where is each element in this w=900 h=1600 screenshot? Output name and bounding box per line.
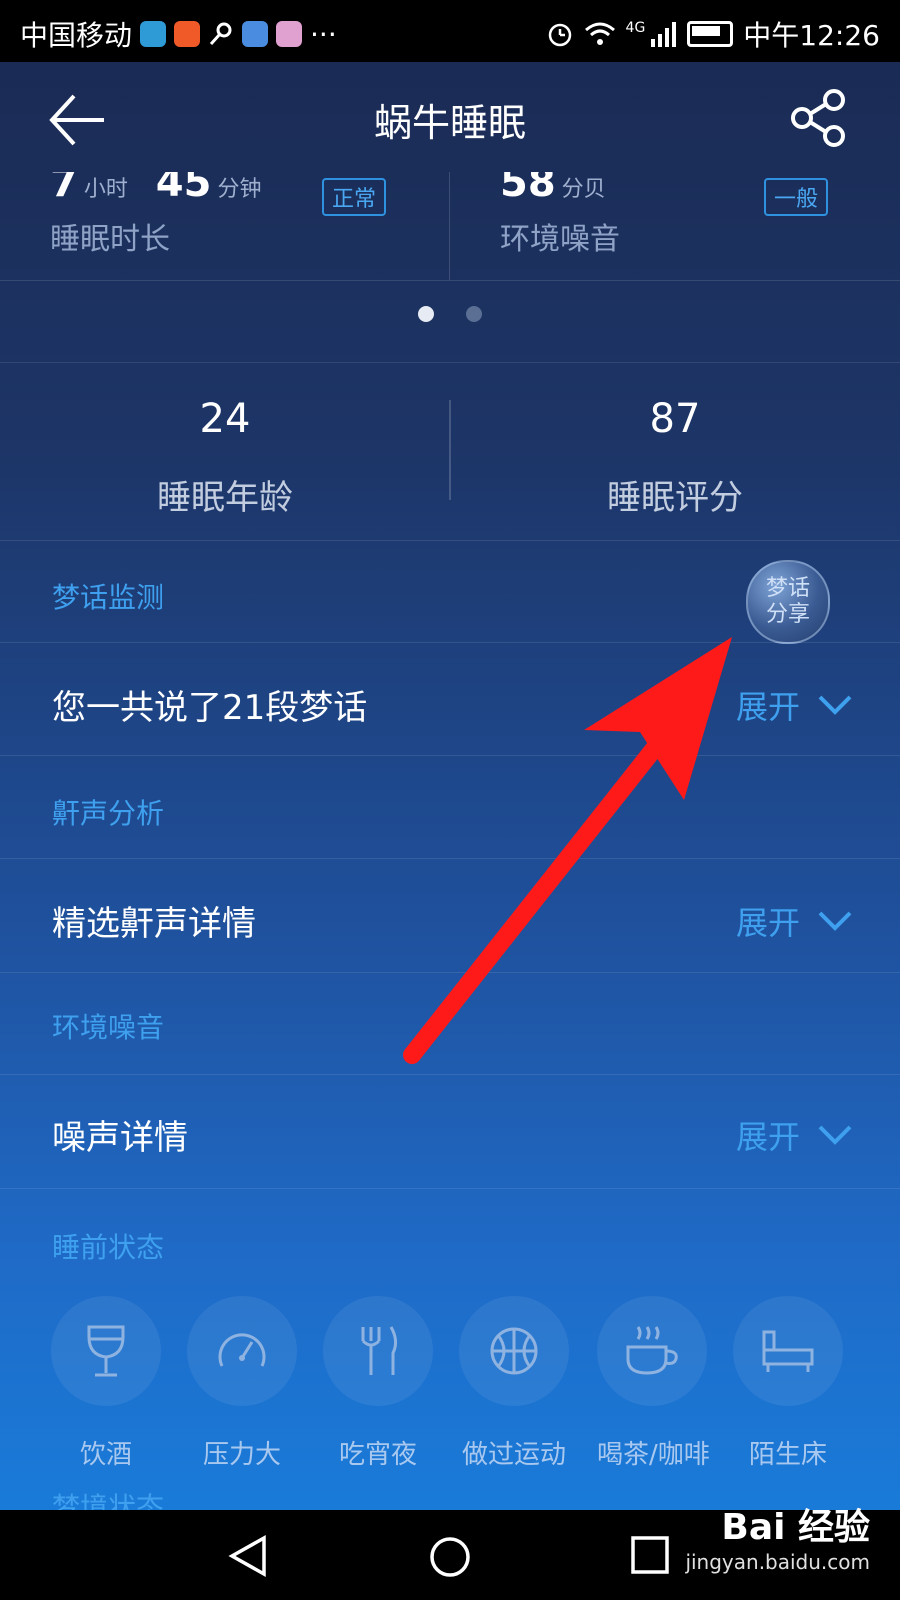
nav-recents-icon[interactable]	[630, 1535, 670, 1575]
presleep-item-tea-coffee[interactable]: 喝茶/咖啡	[597, 1296, 710, 1471]
network-type: 4G	[625, 20, 646, 36]
bed-icon	[762, 1330, 814, 1372]
pager-dot-active[interactable]	[418, 306, 434, 322]
nav-home-icon[interactable]	[428, 1535, 472, 1579]
dream-share-bubble[interactable]: 梦话 分享	[746, 560, 830, 644]
divider	[0, 362, 900, 363]
basketball-icon	[490, 1327, 538, 1375]
presleep-item-late-snack[interactable]: 吃宵夜	[323, 1296, 433, 1471]
expand-label: 展开	[735, 1118, 800, 1156]
key-icon	[208, 21, 234, 47]
page-title: 蜗牛睡眠	[373, 101, 526, 145]
section-snore-analysis: 鼾声分析	[52, 797, 165, 830]
noise-detail-text: 噪声详情	[52, 1118, 188, 1158]
share-icon[interactable]	[790, 88, 850, 148]
app-header: 蜗牛睡眠	[0, 62, 900, 174]
watermark-url: jingyan.baidu.com	[685, 1550, 870, 1574]
pager-dot[interactable]	[466, 306, 482, 322]
signal-icon	[651, 22, 677, 47]
presleep-label: 饮酒	[79, 1440, 132, 1470]
noise-expand-button[interactable]: 展开	[736, 1112, 852, 1158]
section-environment-noise: 环境噪音	[52, 1011, 165, 1044]
divider	[0, 540, 900, 541]
expand-label: 展开	[735, 688, 800, 726]
divider	[0, 1188, 900, 1189]
divider	[0, 755, 900, 756]
sleep-score-value: 87	[649, 396, 701, 442]
section-dream-monitoring: 梦话监测	[52, 581, 165, 614]
alarm-icon	[548, 23, 571, 47]
presleep-label: 吃宵夜	[338, 1440, 417, 1470]
bubble-line1: 梦话	[765, 576, 810, 601]
nav-back-icon[interactable]	[228, 1535, 268, 1577]
video-app-icon	[174, 21, 201, 47]
presleep-label: 喝茶/咖啡	[597, 1440, 710, 1470]
chat-app-icon	[140, 21, 167, 47]
battery-icon	[687, 21, 734, 47]
watermark-brand: Bai 经验	[721, 1507, 870, 1548]
carrier-name: 中国移动	[20, 19, 133, 52]
divider	[0, 972, 900, 973]
presleep-item-exercise[interactable]: 做过运动	[459, 1296, 569, 1471]
wine-glass-icon	[87, 1325, 125, 1377]
dream-count-text: 您一共说了21段梦话	[52, 688, 368, 728]
fork-knife-icon	[361, 1326, 398, 1375]
chevron-down-icon	[818, 911, 852, 931]
status-bar: 中国移动 ··· 4G 中午12:26	[0, 0, 900, 62]
chevron-down-icon	[818, 695, 852, 715]
app-screen: 中国移动 ··· 4G 中午12:26 蜗牛睡眠 7 小时 45 分钟 正常 睡…	[0, 0, 900, 1600]
sleep-duration-card[interactable]: 7 小时 45 分钟 正常 睡眠时长	[50, 172, 440, 280]
presleep-label: 压力大	[202, 1440, 281, 1470]
noise-card[interactable]: 58 分贝 一般 环境噪音	[500, 172, 850, 280]
card-app-icon	[242, 21, 269, 47]
snore-detail-text: 精选鼾声详情	[52, 904, 256, 944]
sleep-duration-label: 睡眠时长	[50, 222, 170, 257]
sleep-age-label: 睡眠年龄	[157, 478, 293, 518]
bubble-line2: 分享	[765, 602, 810, 627]
presleep-item-alcohol[interactable]: 饮酒	[51, 1296, 161, 1471]
clock-time: 中午12:26	[743, 19, 880, 52]
section-presleep-state: 睡前状态	[52, 1231, 165, 1264]
dream-expand-button[interactable]: 展开	[736, 682, 852, 728]
sleep-score-label: 睡眠评分	[607, 478, 743, 518]
expand-label: 展开	[735, 904, 800, 942]
coffee-cup-icon	[626, 1326, 678, 1375]
sleep-age-value: 24	[199, 396, 251, 442]
snore-expand-button[interactable]: 展开	[736, 898, 852, 944]
sleep-score-metric: 87 睡眠评分	[450, 396, 900, 519]
status-badge: 正常	[322, 178, 387, 216]
sleep-age-metric: 24 睡眠年龄	[0, 396, 450, 519]
noise-label: 环境噪音	[500, 222, 620, 257]
summary-cards: 7 小时 45 分钟 正常 睡眠时长 58 分贝 一般 环境噪音	[0, 172, 900, 281]
gauge-icon	[218, 1333, 266, 1367]
photo-app-icon	[276, 21, 303, 47]
divider	[0, 1074, 900, 1075]
wifi-icon	[584, 22, 615, 45]
presleep-label: 做过运动	[461, 1440, 566, 1470]
baidu-watermark: Bai 经验 jingyan.baidu.com	[685, 1498, 870, 1574]
presleep-item-strange-bed[interactable]: 陌生床	[733, 1296, 843, 1471]
status-badge: 一般	[764, 178, 829, 216]
presleep-label: 陌生床	[748, 1440, 827, 1470]
chevron-down-icon	[818, 1125, 852, 1145]
presleep-item-stress[interactable]: 压力大	[187, 1296, 297, 1471]
more-notifications-icon: ···	[310, 17, 337, 51]
divider	[0, 858, 900, 859]
pager-dots[interactable]	[0, 306, 900, 322]
card-divider	[449, 172, 450, 280]
divider	[0, 642, 900, 643]
